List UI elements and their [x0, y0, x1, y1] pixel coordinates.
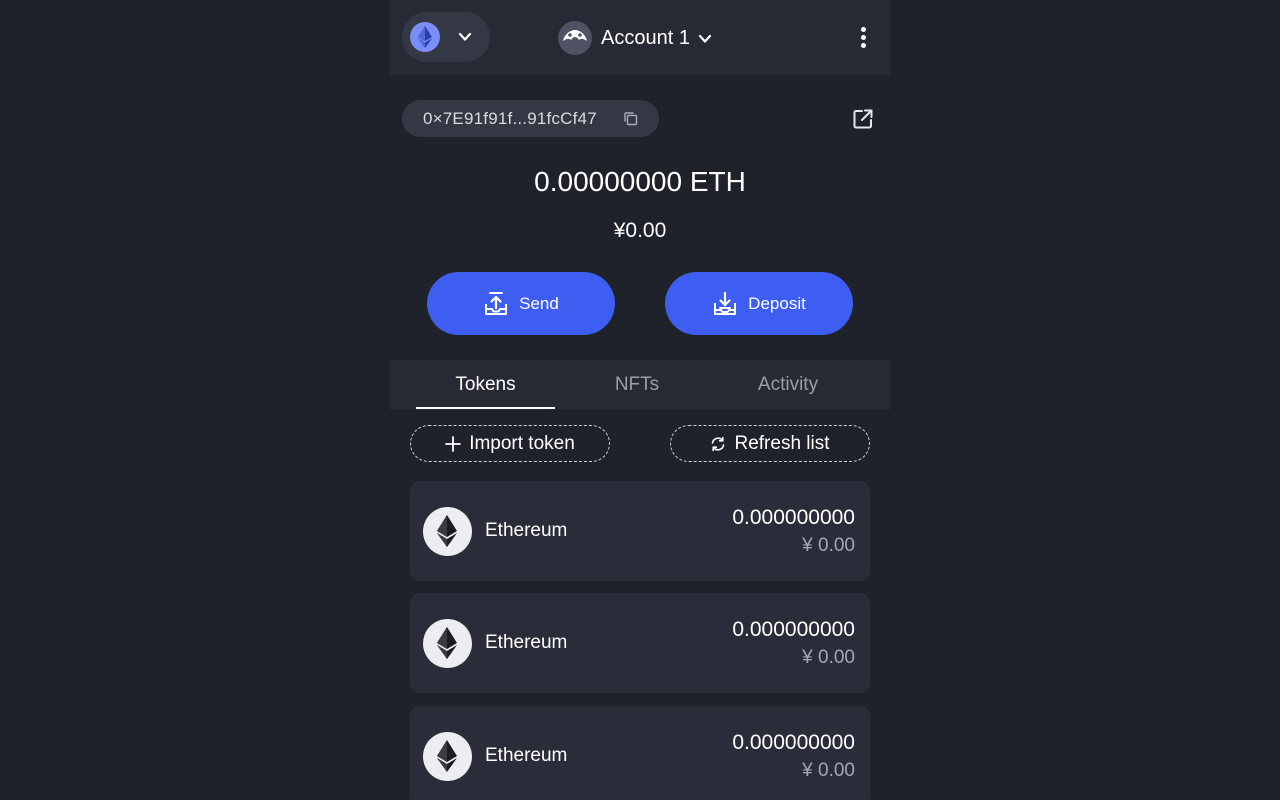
refresh-icon [712, 436, 725, 451]
token-name: Ethereum [485, 745, 568, 766]
menu-dot [861, 35, 866, 40]
tab-activity[interactable]: Activity [723, 360, 853, 410]
wallet-app: Account 1 0×7E91f91f...91fcCf47 0.000000… [390, 0, 890, 800]
external-link-icon[interactable] [852, 108, 874, 130]
token-fiat-value: ¥ 0.00 [802, 647, 855, 668]
send-label: Send [519, 293, 559, 313]
ethereum-token-icon [423, 732, 472, 781]
menu-dot [861, 27, 866, 32]
address-copy-button[interactable]: 0×7E91f91f...91fcCf47 [402, 100, 659, 137]
send-button[interactable]: Send [427, 272, 615, 335]
network-selector[interactable] [402, 12, 490, 62]
deposit-label: Deposit [748, 293, 806, 313]
import-token-label: Import token [469, 432, 575, 454]
avatar [558, 21, 592, 55]
deposit-button[interactable]: Deposit [665, 272, 853, 335]
ethereum-token-icon [423, 507, 472, 556]
token-name: Ethereum [485, 632, 568, 653]
token-name: Ethereum [485, 520, 568, 541]
account-name: Account 1 [601, 26, 690, 49]
token-fiat-value: ¥ 0.00 [802, 760, 855, 781]
token-fiat-value: ¥ 0.00 [802, 535, 855, 556]
deposit-icon [714, 291, 737, 315]
token-row[interactable]: Ethereum 0.000000000 ¥ 0.00 [410, 706, 870, 800]
token-amount: 0.000000000 [732, 506, 855, 529]
balance-fiat: ¥0.00 [613, 219, 667, 242]
import-token-button[interactable]: Import token [410, 425, 610, 462]
chevron-down-icon [458, 32, 472, 41]
token-amount: 0.000000000 [732, 731, 855, 754]
balance-eth: 0.00000000 ETH [534, 166, 746, 197]
send-icon [485, 291, 508, 315]
ethereum-token-icon [423, 619, 472, 668]
ethereum-network-icon [410, 22, 440, 52]
asset-tabs: Tokens NFTs Activity [390, 360, 890, 410]
active-tab-indicator [416, 407, 555, 409]
token-row[interactable]: Ethereum 0.000000000 ¥ 0.00 [410, 593, 870, 693]
token-amount: 0.000000000 [732, 618, 855, 641]
refresh-list-button[interactable]: Refresh list [670, 425, 870, 462]
tab-nfts[interactable]: NFTs [577, 360, 697, 410]
plus-icon [445, 435, 462, 452]
account-selector[interactable]: Account 1 [558, 20, 712, 56]
wallet-address: 0×7E91f91f...91fcCf47 [423, 108, 597, 128]
refresh-list-label: Refresh list [734, 432, 830, 454]
chevron-down-icon [698, 34, 712, 43]
copy-icon [624, 112, 638, 126]
token-row[interactable]: Ethereum 0.000000000 ¥ 0.00 [410, 481, 870, 581]
top-bar: Account 1 [390, 0, 890, 75]
more-vertical-icon[interactable] [854, 24, 874, 52]
menu-dot [861, 43, 866, 48]
tab-tokens[interactable]: Tokens [416, 360, 555, 410]
